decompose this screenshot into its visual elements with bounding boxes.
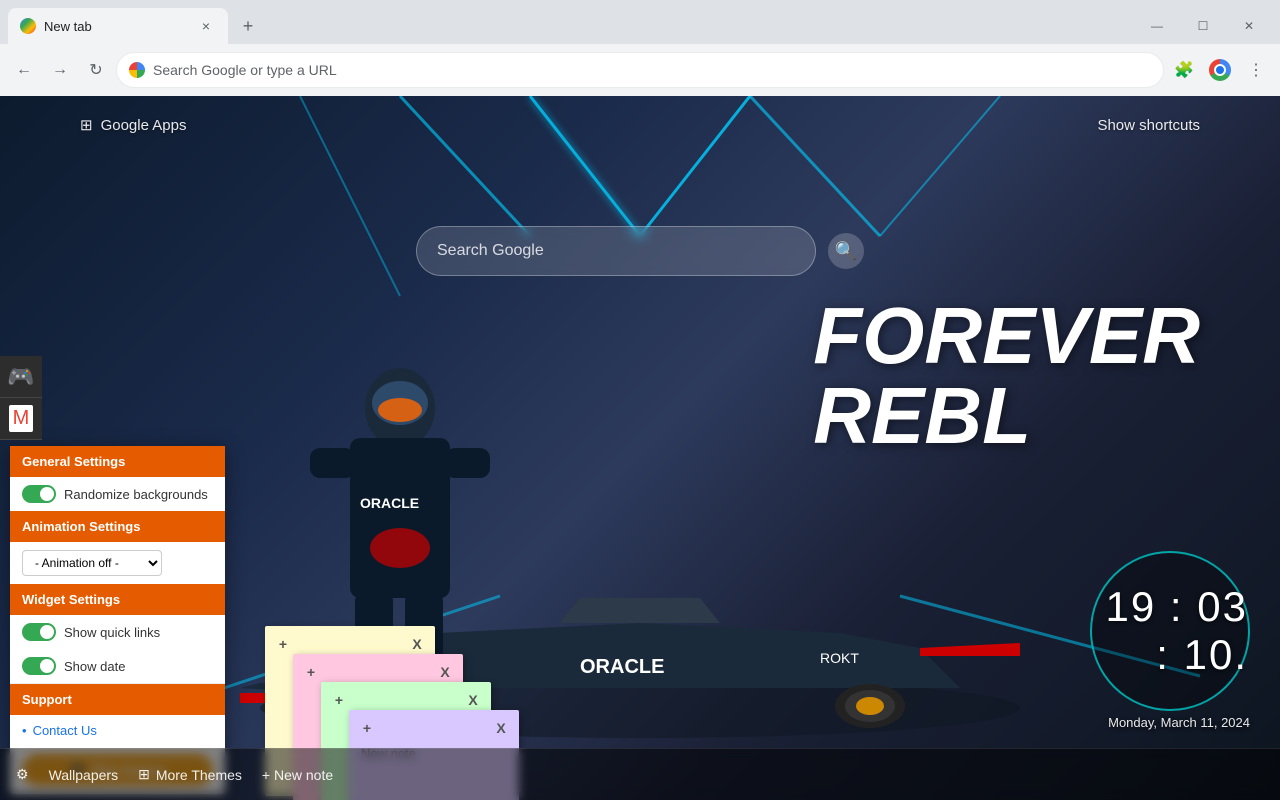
randomize-backgrounds-row: Randomize backgrounds xyxy=(10,477,225,511)
clock-date: Monday, March 11, 2024 xyxy=(1090,715,1250,730)
show-date-label: Show date xyxy=(64,659,125,674)
show-quick-links-toggle[interactable] xyxy=(22,623,56,641)
new-note-label: + New note xyxy=(262,767,333,783)
address-bar: ← → ↻ Search Google or type a URL 🧩 ⋮ xyxy=(0,44,1280,96)
note-add-yellow[interactable]: + xyxy=(273,634,293,654)
support-header[interactable]: Support xyxy=(10,684,225,715)
note-close-lavender[interactable]: X xyxy=(491,718,511,738)
support-section: Contact Us xyxy=(10,715,225,746)
wallpapers-button[interactable]: Wallpapers xyxy=(49,767,119,783)
more-menu-icon[interactable]: ⋮ xyxy=(1240,54,1272,86)
settings-icon: ⚙ xyxy=(16,766,29,783)
window-controls: — ☐ ✕ xyxy=(1134,10,1272,42)
grid-small-icon: ⊞ xyxy=(138,766,150,783)
tab-close-button[interactable]: × xyxy=(196,16,216,36)
note-toolbar-lavender: + X xyxy=(357,718,511,738)
show-quick-links-label: Show quick links xyxy=(64,625,160,640)
note-toolbar-yellow: + X xyxy=(273,634,427,654)
url-bar[interactable]: Search Google or type a URL xyxy=(116,52,1164,88)
settings-bottom-button[interactable]: ⚙ xyxy=(16,766,29,783)
clock-time: 19 : 03 : 10. xyxy=(1090,551,1250,711)
browser-chrome: New tab × + — ☐ ✕ ← → ↻ Search Google or… xyxy=(0,0,1280,96)
shortcuts-label: Show shortcuts xyxy=(1097,117,1200,134)
extensions-icon[interactable]: 🧩 xyxy=(1168,54,1200,86)
main-content: FOREVER REBL ORACLE MAX xyxy=(0,96,1280,800)
active-tab[interactable]: New tab × xyxy=(8,8,228,44)
google-logo xyxy=(129,62,145,78)
minimize-button[interactable]: — xyxy=(1134,10,1180,42)
note-add-lavender[interactable]: + xyxy=(357,718,377,738)
chrome-circle xyxy=(1209,59,1231,81)
note-close-yellow[interactable]: X xyxy=(407,634,427,654)
hero-text: FOREVER REBL xyxy=(813,296,1200,456)
more-themes-button[interactable]: ⊞ More Themes xyxy=(138,766,242,783)
search-icon-button[interactable]: 🔍 xyxy=(828,233,864,269)
extension-icons: 🎮 M xyxy=(0,356,42,440)
svg-text:ORACLE: ORACLE xyxy=(360,495,419,511)
search-container: Search Google 🔍 xyxy=(416,226,864,276)
animation-select-row: - Animation off - Slow Medium Fast xyxy=(10,542,225,584)
clock-display: 19 : 03 : 10. Monday, March 11, 2024 xyxy=(1090,551,1250,730)
back-button[interactable]: ← xyxy=(8,54,40,86)
search-icon: 🔍 xyxy=(835,241,857,262)
search-text: Search Google xyxy=(437,242,544,260)
tab-bar: New tab × + — ☐ ✕ xyxy=(0,0,1280,44)
general-settings-header[interactable]: General Settings xyxy=(10,446,225,477)
refresh-button[interactable]: ↻ xyxy=(80,54,112,86)
contact-us-link[interactable]: Contact Us xyxy=(22,723,213,738)
show-shortcuts-button[interactable]: Show shortcuts xyxy=(1097,117,1200,134)
note-toolbar-pink: + X xyxy=(301,662,455,682)
note-close-pink[interactable]: X xyxy=(435,662,455,682)
tab-title: New tab xyxy=(44,19,188,34)
grid-icon: ⊞ xyxy=(80,116,93,134)
svg-text:ORACLE: ORACLE xyxy=(580,656,664,678)
google-apps-label: Google Apps xyxy=(101,117,187,134)
maximize-button[interactable]: ☐ xyxy=(1180,10,1226,42)
newtab-topbar: ⊞ Google Apps Show shortcuts xyxy=(0,116,1280,134)
show-quick-links-row: Show quick links xyxy=(10,615,225,649)
toolbar-icons: 🧩 ⋮ xyxy=(1168,54,1272,86)
tab-favicon xyxy=(20,18,36,34)
animation-dropdown[interactable]: - Animation off - Slow Medium Fast xyxy=(22,550,162,576)
widget-settings-header[interactable]: Widget Settings xyxy=(10,584,225,615)
animation-settings-header[interactable]: Animation Settings xyxy=(10,511,225,542)
note-close-green[interactable]: X xyxy=(463,690,483,710)
randomize-toggle[interactable] xyxy=(22,485,56,503)
note-add-pink[interactable]: + xyxy=(301,662,321,682)
show-date-toggle[interactable] xyxy=(22,657,56,675)
svg-text:ROKT: ROKT xyxy=(820,650,859,666)
settings-panel: General Settings Randomize backgrounds A… xyxy=(10,446,225,794)
show-date-row: Show date xyxy=(10,649,225,683)
note-toolbar-green: + X xyxy=(329,690,483,710)
new-note-button[interactable]: + New note xyxy=(262,767,333,783)
more-themes-label: More Themes xyxy=(156,767,242,783)
close-button[interactable]: ✕ xyxy=(1226,10,1272,42)
hero-line1: FOREVER xyxy=(813,296,1200,376)
new-tab-button[interactable]: + xyxy=(232,10,264,42)
note-add-green[interactable]: + xyxy=(329,690,349,710)
chrome-profile-icon[interactable] xyxy=(1204,54,1236,86)
gmail-extension-icon[interactable]: M xyxy=(0,398,42,440)
google-apps-button[interactable]: ⊞ Google Apps xyxy=(80,116,186,134)
forward-button[interactable]: → xyxy=(44,54,76,86)
url-text: Search Google or type a URL xyxy=(153,62,1151,78)
randomize-label: Randomize backgrounds xyxy=(64,487,208,502)
wallpapers-label: Wallpapers xyxy=(49,767,119,783)
games-extension-icon[interactable]: 🎮 xyxy=(0,356,42,398)
hero-line2: REBL xyxy=(813,376,1200,456)
bottom-bar: ⚙ Wallpapers ⊞ More Themes + New note xyxy=(0,748,1280,800)
search-box[interactable]: Search Google xyxy=(416,226,816,276)
